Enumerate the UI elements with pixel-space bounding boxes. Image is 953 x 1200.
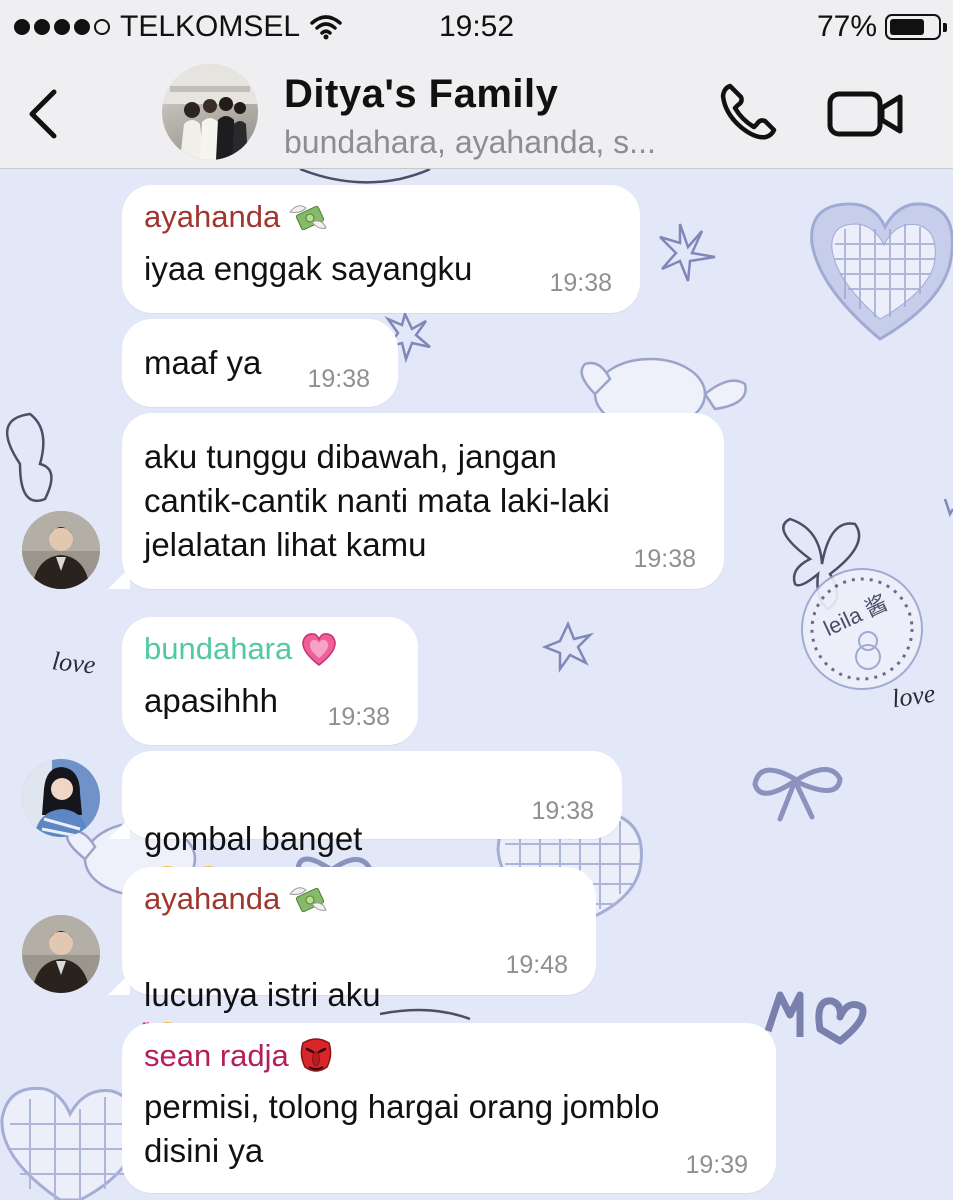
message-bubble[interactable]: aku tunggu dibawah, jangan cantik-cantik… — [122, 413, 724, 589]
message-time: 19:38 — [307, 365, 370, 393]
avatar-ayahanda[interactable] — [22, 511, 100, 589]
chat-header: Ditya's Family bundahara, ayahanda, s... — [0, 56, 953, 169]
love-text-right: love — [890, 679, 937, 714]
message-text: maaf ya — [144, 344, 262, 381]
tengu-mask-emoji — [300, 1038, 332, 1072]
battery-percent: 77% — [816, 10, 877, 43]
message-text: aku tunggu dibawah, jangan cantik-cantik… — [144, 438, 610, 563]
message-bubble[interactable]: ayahanda lucunya istri aku ♥♥♥ 19:48 — [122, 867, 596, 1062]
sender-label: ayahanda — [144, 199, 281, 234]
message-bubble[interactable]: ayahanda iyaa enggak sayangku 19:38 — [122, 185, 640, 313]
avatar-bundahara[interactable] — [22, 759, 100, 837]
message-time: 19:38 — [327, 703, 390, 731]
sender-label: ayahanda — [144, 881, 281, 916]
chat-title[interactable]: Ditya's Family — [284, 72, 558, 117]
message-text: iyaa enggak sayangku — [144, 250, 473, 287]
sender-name: ayahanda — [144, 881, 328, 917]
growing-heart-emoji — [302, 633, 337, 666]
message-text: apasihhh — [144, 682, 278, 719]
chat-members[interactable]: bundahara, ayahanda, s... — [284, 124, 656, 161]
message-time: 19:48 — [505, 951, 568, 979]
sender-name: ayahanda — [144, 199, 328, 235]
chat-area[interactable]: leila 酱 love love ayahanda iyaa enggak s… — [0, 169, 953, 1200]
clock: 19:52 — [438, 10, 515, 43]
message-time: 19:38 — [531, 797, 594, 825]
sender-label: sean radja — [144, 1038, 289, 1073]
sender-name: bundahara — [144, 631, 338, 667]
status-bar: TELKOMSEL 19:52 77% — [0, 0, 953, 56]
sender-label: bundahara — [144, 631, 293, 666]
battery-icon — [885, 14, 947, 40]
love-text-left: love — [51, 646, 97, 679]
message-bubble[interactable]: maaf ya 19:38 — [122, 319, 398, 407]
message-text-content: gombal banget — [144, 820, 363, 857]
money-with-wings-emoji — [289, 205, 327, 231]
message-bubble[interactable]: bundahara apasihhh 19:38 — [122, 617, 418, 745]
message-bubble[interactable]: gombal banget 19:38 — [122, 751, 622, 905]
message-text-content: lucunya istri aku — [144, 976, 381, 1013]
video-camera-icon[interactable] — [826, 88, 906, 140]
message-time: 19:38 — [549, 269, 612, 297]
message-time: 19:39 — [685, 1151, 748, 1179]
message-time: 19:38 — [633, 545, 696, 573]
money-with-wings-emoji — [289, 887, 327, 913]
group-avatar[interactable] — [162, 64, 258, 160]
message-bubble[interactable]: sean radja permisi, tolong hargai orang … — [122, 1023, 776, 1193]
sender-name: sean radja — [144, 1037, 335, 1075]
phone-icon[interactable] — [716, 80, 780, 144]
back-chevron-icon[interactable] — [22, 86, 66, 142]
avatar-ayahanda[interactable] — [22, 915, 100, 993]
battery-area: 77% — [816, 10, 947, 44]
message-text: permisi, tolong hargai orang jomblo disi… — [144, 1088, 660, 1169]
